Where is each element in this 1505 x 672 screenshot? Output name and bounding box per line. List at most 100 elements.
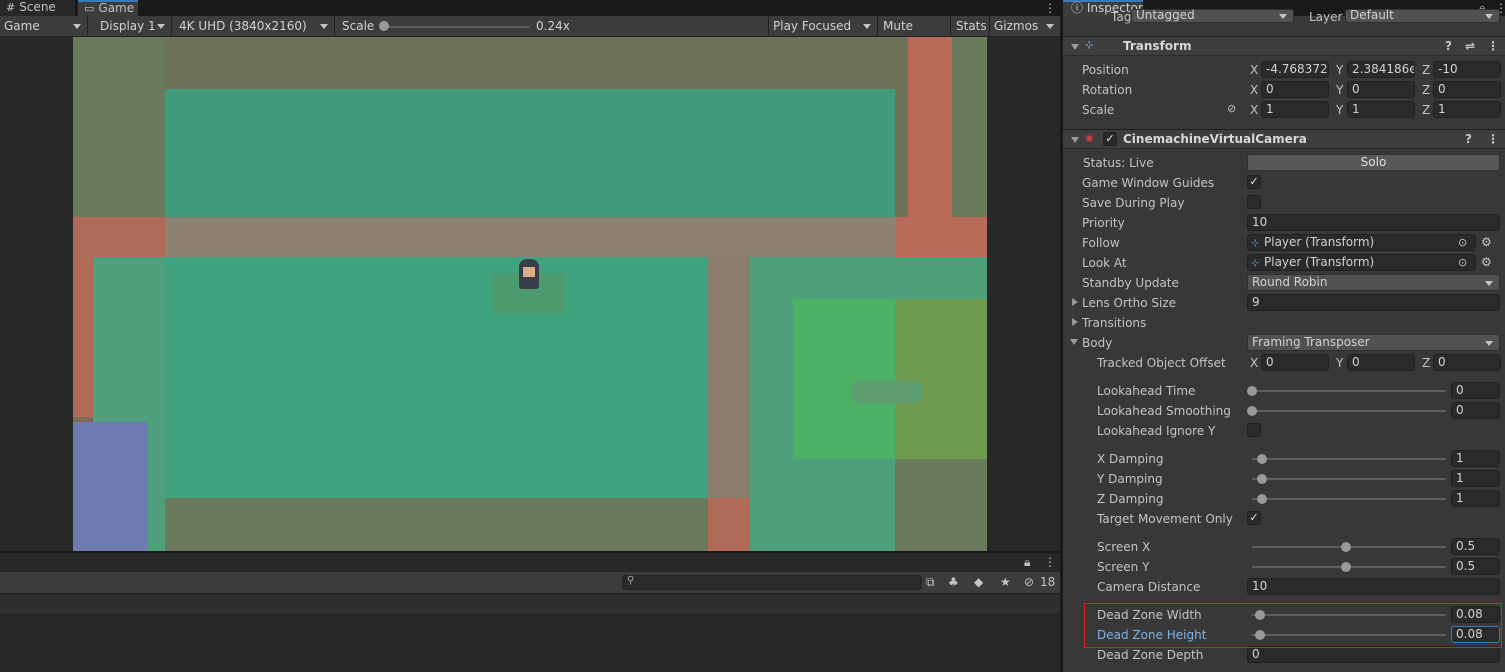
tracked-object-offset-label: Tracked Object Offset bbox=[1097, 356, 1226, 370]
z-damping-field[interactable]: 1 bbox=[1451, 490, 1500, 507]
x-damping-slider[interactable] bbox=[1252, 458, 1446, 460]
camera-icon: ◉ bbox=[1085, 133, 1094, 144]
chevron-down-icon bbox=[1046, 24, 1054, 29]
z-damping-thumb[interactable] bbox=[1257, 494, 1267, 504]
dead-zone-height-field[interactable]: 0.08 bbox=[1451, 626, 1500, 643]
display-dropdown[interactable]: Display 1 bbox=[96, 16, 172, 36]
x-damping-field[interactable]: 1 bbox=[1451, 450, 1500, 467]
scale-slider-track[interactable] bbox=[384, 26, 530, 28]
transform-header[interactable]: ⊹ Transform ? ⇌ ⋮ bbox=[1063, 36, 1505, 56]
type-filter-icon[interactable]: ♣ bbox=[948, 575, 959, 589]
y-damping-slider[interactable] bbox=[1252, 478, 1446, 480]
y-damping-thumb[interactable] bbox=[1257, 474, 1267, 484]
filter-icon[interactable]: ⧉ bbox=[926, 575, 935, 590]
gear-icon[interactable]: ⚙ bbox=[1481, 255, 1492, 269]
rotation-y-field[interactable]: 0 bbox=[1347, 81, 1415, 98]
mute-audio-button[interactable]: Mute Audio bbox=[879, 16, 951, 53]
foldout-arrow-icon[interactable] bbox=[1072, 298, 1078, 306]
lookahead-smoothing-slider[interactable] bbox=[1252, 410, 1446, 412]
tab-game[interactable]: ▭ Game bbox=[78, 0, 138, 16]
rotation-z-field[interactable]: 0 bbox=[1433, 81, 1501, 98]
dead-zone-height-slider[interactable] bbox=[1252, 634, 1446, 636]
screen-y-field[interactable]: 0.5 bbox=[1451, 558, 1500, 575]
save-during-play-checkbox[interactable] bbox=[1247, 195, 1261, 209]
foldout-arrow-icon[interactable] bbox=[1071, 44, 1079, 50]
component-menu-icon[interactable]: ⋮ bbox=[1487, 39, 1499, 53]
screen-x-field[interactable]: 0.5 bbox=[1451, 538, 1500, 555]
camera-distance-field[interactable]: 10 bbox=[1247, 578, 1500, 595]
x-damping-thumb[interactable] bbox=[1257, 454, 1267, 464]
tracked-offset-x-field[interactable]: 0 bbox=[1261, 354, 1329, 371]
tag-dropdown[interactable]: Untagged bbox=[1131, 9, 1294, 23]
lookahead-time-slider[interactable] bbox=[1252, 390, 1446, 392]
tab-menu-icon[interactable]: ⋮ bbox=[1044, 1, 1056, 15]
play-focused-dropdown[interactable]: Play Focused bbox=[768, 16, 878, 36]
lookahead-time-thumb[interactable] bbox=[1247, 386, 1257, 396]
lookahead-time-field[interactable]: 0 bbox=[1451, 382, 1500, 399]
game-viewport[interactable] bbox=[0, 37, 1060, 551]
object-picker-icon[interactable]: ⊙ bbox=[1458, 235, 1467, 250]
dead-zone-depth-field[interactable]: 0 bbox=[1247, 646, 1500, 663]
follow-field[interactable]: ⊹ Player (Transform) ⊙ bbox=[1247, 234, 1476, 251]
lens-ortho-size-label[interactable]: Lens Ortho Size bbox=[1082, 296, 1176, 310]
transitions-label[interactable]: Transitions bbox=[1082, 316, 1146, 330]
star-icon[interactable]: ★ bbox=[1000, 575, 1011, 589]
console-row bbox=[0, 595, 1060, 615]
constrain-link-icon[interactable]: ⊘ bbox=[1227, 102, 1236, 115]
console-search-input[interactable]: ⚲ bbox=[622, 575, 922, 590]
screen-x-thumb[interactable] bbox=[1341, 542, 1351, 552]
rotation-x-field[interactable]: 0 bbox=[1261, 81, 1329, 98]
lock-icon[interactable]: 🔒︎ bbox=[1024, 555, 1030, 570]
foldout-arrow-icon[interactable] bbox=[1070, 339, 1078, 345]
standby-update-dropdown[interactable]: Round Robin bbox=[1247, 274, 1500, 291]
solo-button[interactable]: Solo bbox=[1247, 154, 1500, 171]
priority-field[interactable]: 10 bbox=[1247, 214, 1500, 231]
body-label[interactable]: Body bbox=[1082, 336, 1112, 350]
panel-menu-icon[interactable]: ⋮ bbox=[1044, 555, 1056, 569]
scale-y-field[interactable]: 1 bbox=[1347, 101, 1415, 118]
body-dropdown[interactable]: Framing Transposer bbox=[1247, 334, 1500, 351]
dead-zone-width-slider[interactable] bbox=[1252, 614, 1446, 616]
scale-z-field[interactable]: 1 bbox=[1433, 101, 1501, 118]
lens-ortho-size-field[interactable]: 9 bbox=[1247, 294, 1500, 311]
position-z-field[interactable]: -10 bbox=[1433, 61, 1501, 78]
dead-zone-width-field[interactable]: 0.08 bbox=[1451, 606, 1500, 623]
scale-x-field[interactable]: 1 bbox=[1261, 101, 1329, 118]
x-damping-label: X Damping bbox=[1097, 452, 1164, 466]
foldout-arrow-icon[interactable] bbox=[1072, 318, 1078, 326]
tab-scene[interactable]: # Scene bbox=[0, 0, 76, 16]
tracked-offset-y-field[interactable]: 0 bbox=[1347, 354, 1415, 371]
gear-icon[interactable]: ⚙ bbox=[1481, 235, 1492, 249]
target-movement-only-checkbox[interactable]: ✓ bbox=[1247, 511, 1261, 525]
dead-zone-height-thumb[interactable] bbox=[1255, 630, 1265, 640]
component-menu-icon[interactable]: ⋮ bbox=[1487, 132, 1499, 146]
scale-slider-thumb[interactable] bbox=[379, 21, 389, 31]
position-y-field[interactable]: 2.384186e bbox=[1347, 61, 1415, 78]
vcam-header[interactable]: ◉ ✓ CinemachineVirtualCamera ? ⋮ bbox=[1063, 129, 1505, 149]
label-icon[interactable]: ◆ bbox=[974, 575, 983, 589]
dead-zone-width-thumb[interactable] bbox=[1255, 610, 1265, 620]
help-icon[interactable]: ? bbox=[1445, 39, 1452, 53]
screen-y-thumb[interactable] bbox=[1341, 562, 1351, 572]
lookahead-ignore-y-checkbox[interactable] bbox=[1247, 423, 1261, 437]
preset-icon[interactable]: ⇌ bbox=[1465, 39, 1475, 53]
y-damping-field[interactable]: 1 bbox=[1451, 470, 1500, 487]
lookahead-smoothing-thumb[interactable] bbox=[1247, 406, 1257, 416]
tracked-offset-z-field[interactable]: 0 bbox=[1433, 354, 1501, 371]
gizmos-dropdown[interactable]: Gizmos bbox=[990, 16, 1060, 36]
game-mode-dropdown[interactable]: Game bbox=[0, 16, 88, 36]
lookahead-smoothing-field[interactable]: 0 bbox=[1451, 402, 1500, 419]
position-x-field[interactable]: -4.768372 bbox=[1261, 61, 1329, 78]
z-damping-slider[interactable] bbox=[1252, 498, 1446, 500]
layer-dropdown[interactable]: Default bbox=[1345, 9, 1500, 23]
vcam-enabled-checkbox[interactable]: ✓ bbox=[1103, 132, 1117, 146]
stats-button[interactable]: Stats bbox=[952, 16, 990, 36]
resolution-dropdown[interactable]: 4K UHD (3840x2160) bbox=[175, 16, 335, 36]
hidden-eye-icon[interactable]: ⊘ bbox=[1024, 575, 1034, 589]
object-picker-icon[interactable]: ⊙ bbox=[1458, 255, 1467, 270]
game-window-guides-checkbox[interactable]: ✓ bbox=[1247, 175, 1261, 189]
help-icon[interactable]: ? bbox=[1465, 132, 1472, 146]
foldout-arrow-icon[interactable] bbox=[1071, 137, 1079, 143]
console-toolbar: ⚲ ⧉ ♣ ◆ ★ ⊘ 18 bbox=[0, 572, 1060, 594]
look-at-field[interactable]: ⊹ Player (Transform) ⊙ bbox=[1247, 254, 1476, 271]
